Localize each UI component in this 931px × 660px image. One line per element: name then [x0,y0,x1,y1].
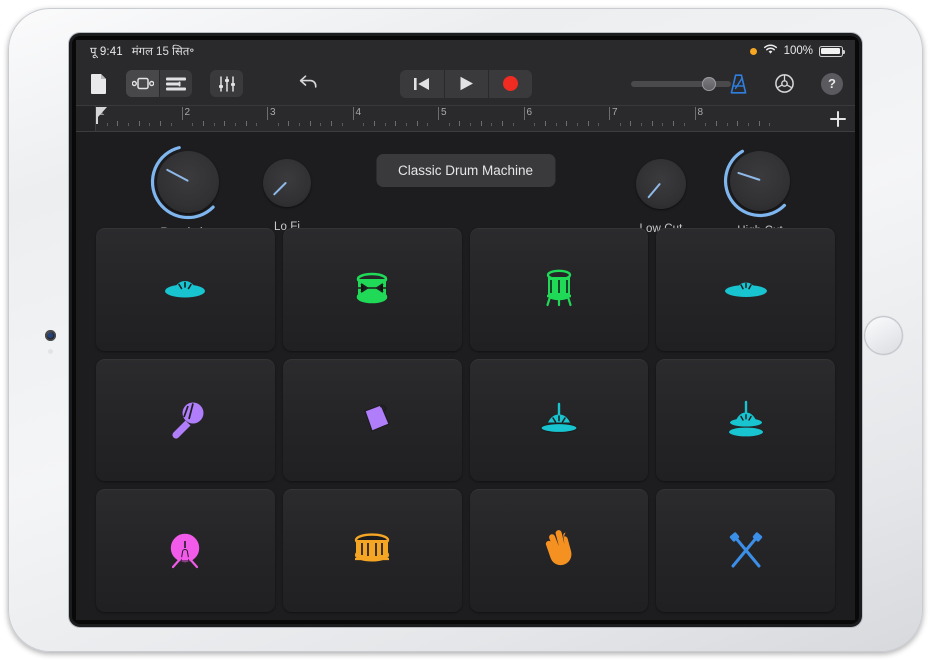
knob-dial[interactable] [263,159,311,207]
drum-pad[interactable] [470,359,649,482]
drum-pad[interactable] [283,228,462,351]
pad-glyph [528,397,590,443]
ruler-bar: 4 [353,106,439,131]
drum-pad[interactable] [96,228,275,351]
status-date: मंगल 15 सित॰ [132,44,195,59]
pad-glyph [715,266,777,312]
drum-pad[interactable] [96,489,275,612]
mixer-faders-icon[interactable] [210,70,243,97]
closed-hihat-icon [154,266,216,312]
volume-slider-knob[interactable] [702,77,716,91]
main-toolbar: ? [76,62,855,106]
floor-tom-icon [528,266,590,312]
drum-pad[interactable] [470,489,649,612]
pad-glyph [154,397,216,443]
gear-icon[interactable] [774,73,795,94]
ruler-bar: 2 [182,106,268,131]
knob-lo-fi[interactable]: Lo Fi [241,152,333,233]
ruler-bar: 6 [524,106,610,131]
home-button[interactable] [864,316,903,355]
drum-pads-instrument: Classic Drum Machine ResolutionLo Fi Low … [76,132,855,620]
drum-pad[interactable] [283,489,462,612]
metronome-icon[interactable] [729,74,748,94]
playhead[interactable] [96,107,107,124]
plus-icon[interactable] [829,110,847,128]
timeline-ruler[interactable]: 12345678 [76,106,855,132]
knob-pointer [166,169,189,182]
pad-glyph [341,528,403,574]
status-bar: पू 9:41 मंगल 15 सित॰ 100% [76,40,855,62]
pad-glyph [154,266,216,312]
transport-controls [400,70,532,98]
tom-drum-icon [341,266,403,312]
hihat-stand-closed-icon [528,397,590,443]
drum-pad-grid [96,228,835,612]
pad-glyph [154,528,216,574]
ruler-bar: 8 [695,106,781,131]
pad-glyph [341,266,403,312]
ruler-bar: 1 [96,106,182,131]
record-icon[interactable] [488,70,532,98]
drum-pad[interactable] [656,359,835,482]
pad-glyph [715,528,777,574]
undo-arrow-icon[interactable] [299,73,318,94]
ipad-screen: पू 9:41 मंगल 15 सित॰ 100% [76,40,855,620]
kick-drum-icon [154,528,216,574]
status-time: पू 9:41 [90,44,123,59]
knob-pointer [737,172,760,181]
document-icon[interactable] [90,73,108,95]
snare-drum-icon [341,528,403,574]
knob-resolution[interactable]: Resolution [142,144,234,239]
view-mode-segmented-control [126,70,192,97]
ipad-device: पू 9:41 मंगल 15 सित॰ 100% [8,8,923,652]
drum-pad[interactable] [96,359,275,482]
knob-low-cut[interactable]: Low Cut [615,152,707,235]
editor-view-icon[interactable] [159,70,192,97]
cowbell-icon [341,397,403,443]
track-view-icon[interactable] [126,70,159,97]
battery-percent: 100% [784,45,813,57]
pad-glyph [528,266,590,312]
ambient-light-sensor [48,349,53,354]
ruler-bar: 7 [609,106,695,131]
play-icon[interactable] [444,70,488,98]
pad-glyph [528,528,590,574]
knob-pointer [273,182,287,196]
front-camera [45,330,56,341]
hihat-stand-open-icon [715,397,777,443]
knob-dial[interactable] [157,151,219,213]
ruler-bar: 3 [267,106,353,131]
patch-selector[interactable]: Classic Drum Machine [376,154,555,187]
ruler-head [76,106,96,131]
drum-pad[interactable] [656,228,835,351]
pad-glyph [341,397,403,443]
orange-record-dot [750,48,757,55]
drumsticks-icon [715,528,777,574]
maraca-icon [154,397,216,443]
knob-high-cut[interactable]: High Cut [714,144,806,237]
drum-pad[interactable] [470,228,649,351]
knob-row: Classic Drum Machine ResolutionLo FiLow … [76,132,855,228]
wifi-icon [763,44,778,58]
knob-pointer [648,183,661,199]
rewind-to-start-icon[interactable] [400,70,444,98]
drum-pad[interactable] [656,489,835,612]
battery-icon [819,46,843,57]
knob-dial[interactable] [730,151,790,211]
hand-clap-icon [528,528,590,574]
drum-pad[interactable] [283,359,462,482]
open-hihat-icon [715,266,777,312]
ruler-bar: 5 [438,106,524,131]
help-button[interactable]: ? [821,73,843,95]
knob-dial[interactable] [636,159,686,209]
pad-glyph [715,397,777,443]
master-volume-slider[interactable] [631,77,731,91]
